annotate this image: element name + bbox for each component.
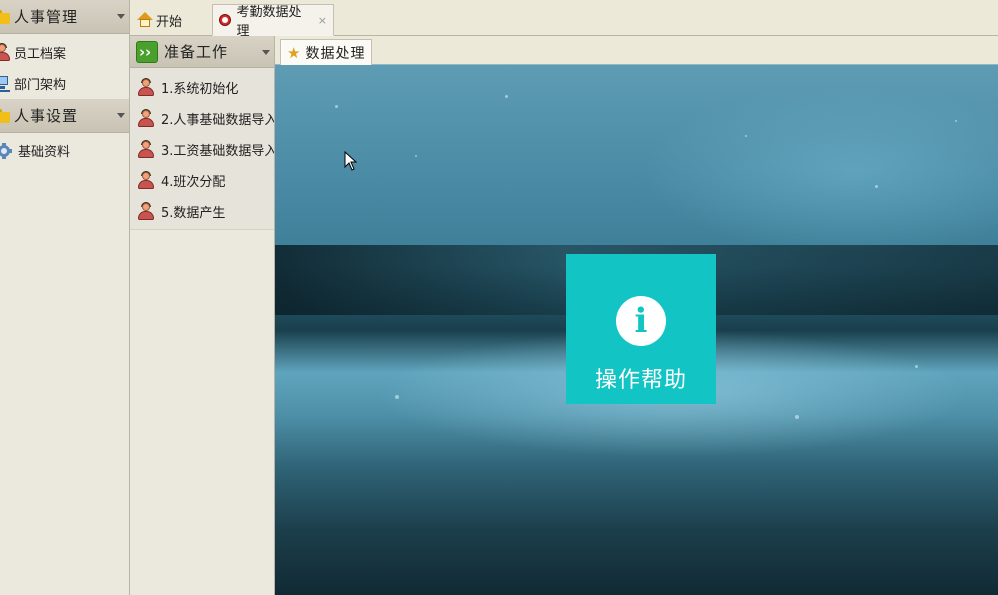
operation-help-tile[interactable]: i 操作帮助 — [566, 254, 716, 404]
bug-icon — [217, 12, 232, 28]
home-icon — [136, 11, 154, 29]
sidebar-item-employee-records[interactable]: 员工档案 — [0, 37, 129, 68]
tab-label: 数据处理 — [305, 45, 366, 62]
person-icon — [136, 108, 156, 129]
folder-icon — [0, 9, 10, 24]
list-item-label: 4.班次分配 — [161, 175, 226, 190]
sidebar-item-label: 员工档案 — [14, 47, 67, 62]
sidebar-item-basic-data[interactable]: 基础资料 — [0, 135, 129, 166]
inner-tab-bar: ★ 数据处理 — [275, 36, 998, 65]
rain-background-image: i 操作帮助 — [275, 65, 998, 595]
accordion-title: 准备工作 — [164, 43, 229, 61]
info-icon: i — [616, 296, 666, 346]
star-icon: ★ — [287, 43, 302, 62]
tab-start[interactable]: 开始 — [132, 4, 188, 36]
rain-drop — [395, 395, 399, 399]
tab-attendance-processing[interactable]: 考勤数据处理 × — [212, 4, 334, 39]
accordion-header-prep-work[interactable]: › › 准备工作 — [130, 36, 274, 68]
accordion-title: 人事管理 — [14, 8, 79, 26]
tab-data-processing[interactable]: ★ 数据处理 — [280, 39, 373, 65]
person-icon — [136, 139, 156, 160]
rain-drop — [915, 365, 918, 368]
list-item[interactable]: 2.人事基础数据导入 — [130, 103, 274, 134]
accordion-header-hr-settings[interactable]: 人事设置 — [0, 99, 129, 133]
tab-label: 考勤数据处理 — [236, 5, 302, 39]
accordion-header-hr-management[interactable]: 人事管理 — [0, 0, 129, 34]
top-tab-bar: 开始 考勤数据处理 × — [130, 0, 998, 39]
folder-icon — [0, 108, 10, 123]
rain-drop — [415, 155, 417, 157]
list-item-label: 1.系统初始化 — [161, 82, 239, 97]
prep-work-list: 1.系统初始化 2.人事基础数据导入 3.工资基础数据导入 4.班次分配 5.数… — [130, 68, 274, 230]
chevron-down-icon[interactable] — [117, 113, 125, 118]
help-tile-label: 操作帮助 — [594, 368, 687, 393]
person-icon — [136, 170, 156, 191]
network-icon — [0, 75, 10, 93]
double-chevron-icon: › › — [136, 40, 158, 63]
close-icon[interactable]: × — [318, 14, 327, 27]
list-item-label: 5.数据产生 — [161, 206, 226, 221]
accordion-title: 人事设置 — [14, 107, 79, 125]
rain-drop — [795, 415, 799, 419]
list-item[interactable]: 3.工资基础数据导入 — [130, 134, 274, 165]
rain-drop — [875, 185, 878, 188]
person-icon — [0, 42, 12, 63]
person-icon — [136, 201, 156, 222]
list-item-label: 3.工资基础数据导入 — [161, 144, 275, 159]
sidebar-item-label: 基础资料 — [18, 145, 71, 160]
list-item[interactable]: 4.班次分配 — [130, 165, 274, 196]
list-item-label: 2.人事基础数据导入 — [161, 113, 275, 128]
gear-icon — [0, 142, 12, 159]
left-sidebar: 人事管理 员工档案 部门架构 人事设置 基础资料 — [0, 0, 130, 595]
sidebar-item-department-structure[interactable]: 部门架构 — [0, 68, 129, 99]
sidebar-item-label: 部门架构 — [14, 78, 67, 93]
list-item[interactable]: 1.系统初始化 — [130, 72, 274, 103]
chevron-down-icon[interactable] — [117, 14, 125, 19]
rain-drop — [335, 105, 338, 108]
rain-drop — [955, 120, 957, 122]
chevron-down-icon[interactable] — [262, 50, 270, 55]
rain-drop — [745, 135, 747, 137]
prep-work-panel: › › 准备工作 1.系统初始化 2.人事基础数据导入 3.工资基础数据导入 4.… — [130, 36, 275, 595]
rain-drop — [505, 95, 508, 98]
person-icon — [136, 77, 156, 98]
list-item[interactable]: 5.数据产生 — [130, 196, 274, 227]
tab-label: 开始 — [156, 14, 183, 30]
